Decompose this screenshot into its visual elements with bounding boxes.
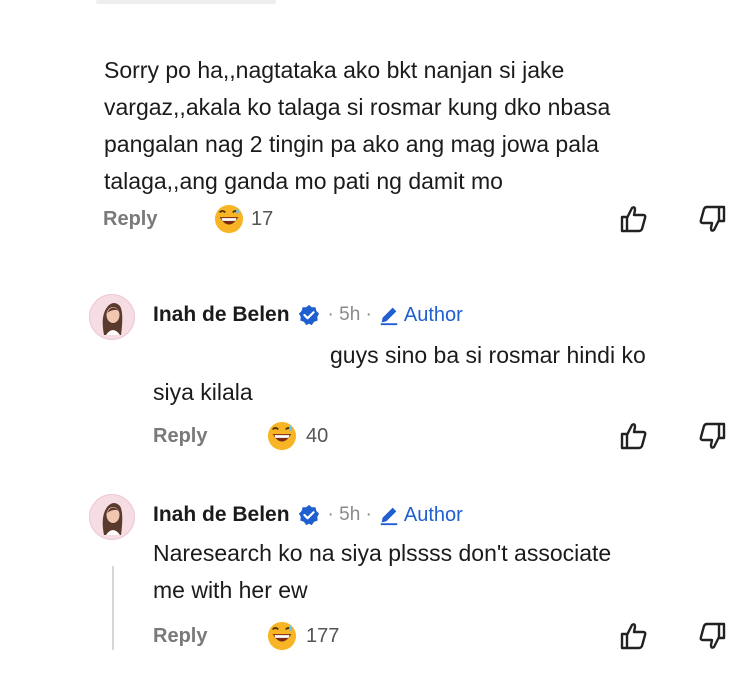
thumbs-up-icon[interactable] <box>617 202 651 236</box>
reaction-count: 40 <box>306 425 329 447</box>
avatar[interactable] <box>89 294 135 340</box>
grinning-sweat-emoji-icon[interactable] <box>267 421 297 451</box>
comment-header: Inah de Belen · 5h · Author <box>153 499 463 531</box>
author-badge: Author <box>403 503 463 526</box>
comment-line: me with her ew <box>153 577 308 603</box>
comment-line: vargaz,,akala ko talaga si rosmar kung d… <box>104 94 611 120</box>
verified-badge-icon <box>298 304 320 326</box>
pencil-icon <box>378 504 400 526</box>
comment-body: Sorry po ha,,nagtataka ako bkt nanjan si… <box>104 52 610 200</box>
reaction-count: 177 <box>306 625 340 647</box>
top-divider <box>96 0 276 4</box>
thumbs-up-icon[interactable] <box>617 419 651 453</box>
timestamp: · 5h · <box>327 304 372 325</box>
comment-line: talaga,,ang ganda mo pati ng damit mo <box>104 168 503 194</box>
comment-line: siya kilala <box>153 379 253 405</box>
timestamp: · 5h · <box>327 504 372 525</box>
thumbs-up-icon[interactable] <box>617 619 651 653</box>
thumbs-down-icon[interactable] <box>695 202 729 236</box>
comment-header: Inah de Belen · 5h · Author <box>153 299 463 331</box>
reaction-count: 17 <box>251 208 274 230</box>
reply-button[interactable]: Reply <box>153 425 207 448</box>
author-name[interactable]: Inah de Belen <box>153 303 290 327</box>
pencil-icon <box>378 304 400 326</box>
author-name[interactable]: Inah de Belen <box>153 503 290 527</box>
author-badge: Author <box>403 303 463 326</box>
comment-line: Naresearch ko na siya plssss don't assoc… <box>153 540 612 566</box>
comment-line: guys sino ba si rosmar hindi ko <box>330 342 646 368</box>
thread-line <box>112 566 114 650</box>
reply-button[interactable]: Reply <box>103 208 157 231</box>
comment-line: Sorry po ha,,nagtataka ako bkt nanjan si… <box>104 57 565 83</box>
verified-badge-icon <box>298 504 320 526</box>
grinning-sweat-emoji-icon[interactable] <box>214 204 244 234</box>
thumbs-down-icon[interactable] <box>695 419 729 453</box>
avatar[interactable] <box>89 494 135 540</box>
grinning-sweat-emoji-icon[interactable] <box>267 621 297 651</box>
reply-button[interactable]: Reply <box>153 625 207 648</box>
comment-line: pangalan nag 2 tingin pa ako ang mag jow… <box>104 131 599 157</box>
comment-body: Naresearch ko na siya plssss don't assoc… <box>153 535 611 609</box>
thumbs-down-icon[interactable] <box>695 619 729 653</box>
